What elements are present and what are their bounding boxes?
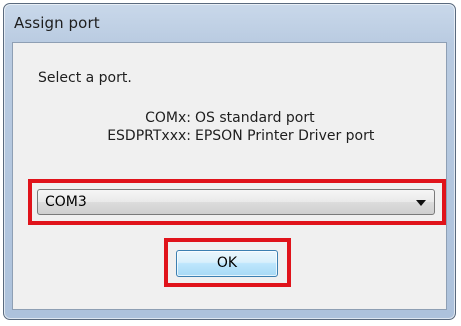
legend-desc-column-2: EPSON Printer Driver port: [195, 128, 435, 148]
legend-key-column-1: COMx:: [76, 110, 191, 130]
title-bar[interactable]: Assign port: [4, 4, 455, 42]
port-select-value: COM3: [45, 194, 87, 210]
legend-key-esdprtxxx: ESDPRTxxx:: [107, 128, 191, 144]
port-select-dropdown[interactable]: COM3: [37, 189, 435, 215]
legend-key-column-2: ESDPRTxxx:: [76, 128, 191, 148]
legend-key-comx: COMx:: [145, 110, 191, 126]
select-port-prompt: Select a port.: [38, 70, 132, 86]
window-title: Assign port: [14, 14, 100, 32]
legend-description-os-standard: OS standard port: [195, 110, 315, 126]
legend-desc-column-1: OS standard port: [195, 110, 435, 130]
ok-button[interactable]: OK: [176, 250, 278, 277]
chevron-down-icon: [416, 200, 426, 206]
legend-description-epson-driver: EPSON Printer Driver port: [195, 128, 375, 144]
assign-port-dialog: Assign port Select a port. COMx: OS stan…: [3, 3, 456, 320]
